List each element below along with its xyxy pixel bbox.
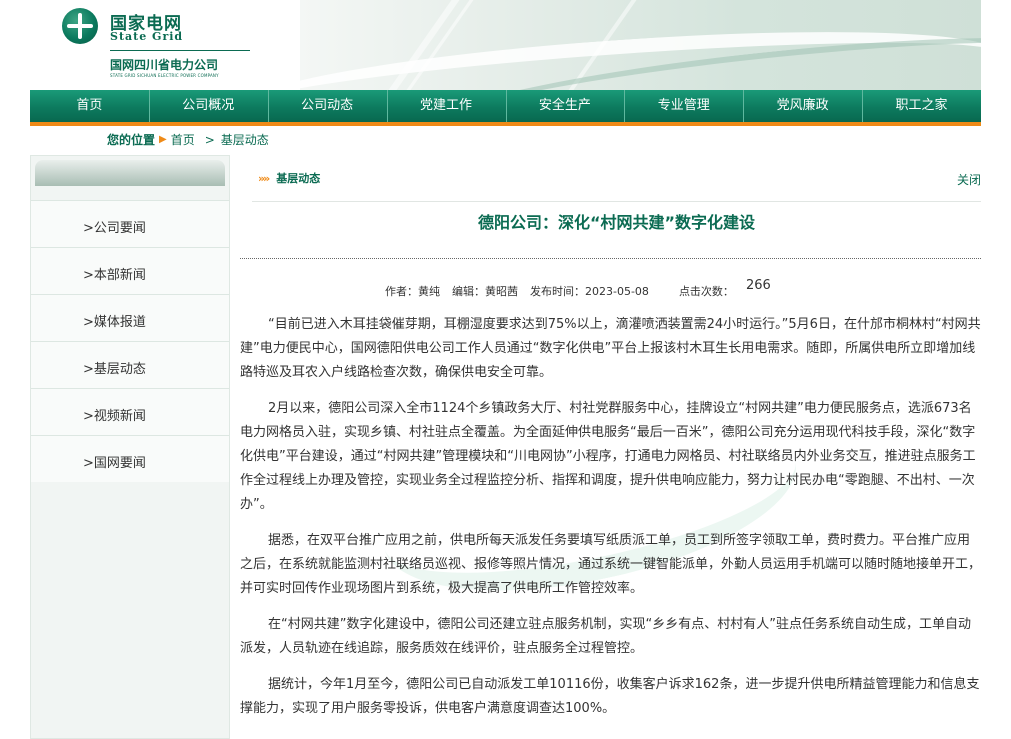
sidebar: >公司要闻 >本部新闻 >媒体报道 >基层动态 >视频新闻 >国网要闻 (30, 155, 230, 739)
section-title: 基层动态 (276, 172, 321, 185)
company-name-en: STATE GRID SICHUAN ELECTRIC POWER COMPAN… (110, 73, 219, 78)
article-paragraph: 在“村网共建”数字化建设中，德阳公司还建立驻点服务机制，实现“乡乡有点、村村有人… (240, 617, 971, 656)
sidebar-item-label: >基层动态 (83, 362, 146, 377)
article-author: 作者：黄纯 (385, 285, 440, 298)
nav-accent-bar (30, 122, 981, 126)
sidebar-item-grassroots[interactable]: >基层动态 (31, 341, 229, 388)
header-banner (300, 0, 981, 90)
sidebar-item-label: >媒体报道 (83, 315, 146, 330)
nav-item-company-overview[interactable]: 公司概况 (148, 90, 268, 122)
article-date: 发布时间：2023-05-08 (530, 285, 649, 298)
close-link[interactable]: 关闭 (957, 171, 981, 188)
article-title: 德阳公司：深化“村网共建”数字化建设 (477, 213, 756, 232)
sidebar-item-label: >本部新闻 (83, 268, 146, 283)
article-paragraph: 据悉，在双平台推广应用之前，供电所每天派发任务要填写纸质派工单，员工到所签字领取… (240, 533, 982, 596)
breadcrumb-arrow-icon: ▶ (159, 134, 167, 145)
article-paragraph: “目前已进入木耳挂袋催芽期，耳棚湿度要求达到75%以上，滴灌喷洒装置需24小时运… (240, 317, 981, 380)
logo-english-text: State Grid (110, 30, 184, 43)
hits-label: 点击次数： (678, 285, 734, 298)
sidebar-item-label: >视频新闻 (83, 409, 146, 424)
nav-item-party-building[interactable]: 党建工作 (386, 90, 506, 122)
section-heading: »» 基层动态 (258, 170, 320, 186)
breadcrumb-current[interactable]: 基层动态 (221, 131, 269, 148)
title-divider (240, 258, 981, 259)
sidebar-item-hq-news[interactable]: >本部新闻 (31, 247, 229, 294)
state-grid-logo-icon (62, 8, 98, 44)
logo-divider (110, 50, 250, 51)
sidebar-header (35, 160, 225, 186)
article-paragraph: 2月以来，德阳公司深入全市1124个乡镇政务大厅、村社党群服务中心，挂牌设立“村… (240, 401, 976, 512)
nav-item-safety[interactable]: 安全生产 (505, 90, 625, 122)
sidebar-item-company-news[interactable]: >公司要闻 (31, 200, 229, 247)
sidebar-item-label: >国网要闻 (83, 456, 146, 471)
sidebar-item-video-news[interactable]: >视频新闻 (31, 388, 229, 435)
breadcrumb-separator-icon: > (204, 132, 215, 147)
breadcrumb-label: 您的位置 (107, 133, 156, 147)
nav-item-professional-mgmt[interactable]: 专业管理 (624, 90, 743, 122)
sidebar-item-media-reports[interactable]: >媒体报道 (31, 294, 229, 341)
nav-item-staff-home[interactable]: 职工之家 (862, 90, 981, 122)
breadcrumb: 您的位置 ▶ 首页 > 基层动态 (107, 131, 269, 148)
breadcrumb-home[interactable]: 首页 (171, 131, 195, 148)
nav-item-integrity[interactable]: 党风廉政 (743, 90, 862, 122)
article-meta: 作者：黄纯 编辑：黄昭茜 发布时间：2023-05-08 点击次数： 266 (385, 278, 771, 299)
hits-count: 266 (745, 278, 771, 293)
double-chevron-icon: »» (258, 171, 270, 185)
main-nav: 首页 公司概况 公司动态 党建工作 安全生产 专业管理 党风廉政 职工之家 (30, 90, 981, 122)
site-header: 国家电网 State Grid 国网四川省电力公司 STATE GRID SIC… (30, 0, 981, 90)
section-divider (252, 201, 981, 202)
sidebar-item-label: >公司要闻 (83, 221, 146, 236)
article-body: “目前已进入木耳挂袋催芽期，耳棚湿度要求达到75%以上，滴灌喷洒装置需24小时运… (240, 313, 981, 733)
sidebar-item-sgcc-news[interactable]: >国网要闻 (31, 435, 229, 482)
article-editor: 编辑：黄昭茜 (452, 285, 518, 298)
nav-item-company-news[interactable]: 公司动态 (267, 90, 387, 122)
article-paragraph: 据统计，今年1月至今，德阳公司已自动派发工单10116份，收集客户诉求162条，… (240, 677, 980, 716)
company-name: 国网四川省电力公司 (110, 58, 219, 72)
nav-item-home[interactable]: 首页 (30, 90, 149, 122)
